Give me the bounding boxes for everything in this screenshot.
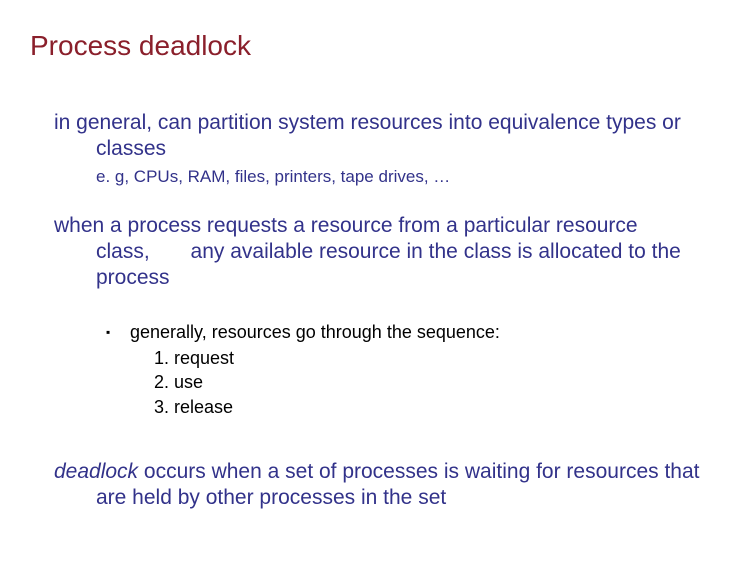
deadlock-em: deadlock	[54, 460, 138, 483]
para2-part-b: any available resource in the class is a…	[96, 240, 681, 289]
bullet-lead-text: generally, resources go through the sequ…	[130, 322, 500, 342]
numbered-list: 1. request 2. use 3. release	[154, 346, 716, 419]
square-bullet-icon: ▪	[106, 320, 130, 344]
sequence-block: ▪ generally, resources go through the se…	[106, 320, 716, 419]
list-item: 3. release	[154, 395, 716, 419]
slide: { "title": "Process deadlock", "para1": …	[0, 0, 756, 576]
paragraph-partition: in general, can partition system resourc…	[54, 110, 716, 163]
list-item: 2. use	[154, 370, 716, 394]
paragraph-deadlock: deadlock occurs when a set of processes …	[54, 459, 716, 512]
example-line: e. g, CPUs, RAM, files, printers, tape d…	[96, 167, 716, 187]
paragraph-request: when a process requests a resource from …	[54, 213, 716, 292]
slide-body: in general, can partition system resourc…	[54, 110, 716, 511]
bullet-row: ▪ generally, resources go through the se…	[106, 320, 716, 419]
slide-title: Process deadlock	[30, 30, 251, 62]
list-item: 1. request	[154, 346, 716, 370]
deadlock-rest: occurs when a set of processes is waitin…	[96, 460, 699, 509]
